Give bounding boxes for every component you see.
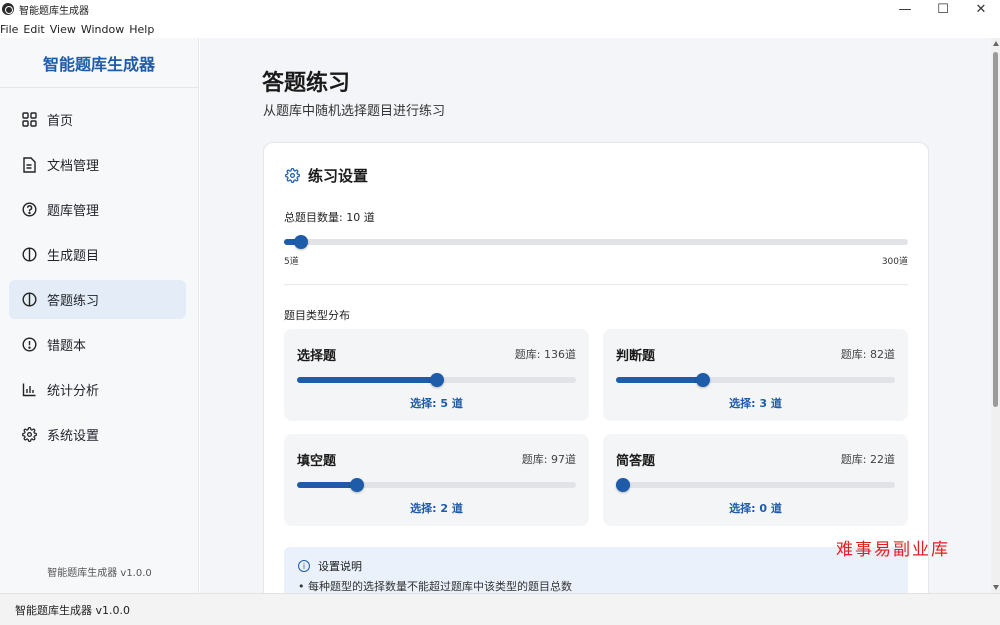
- info-title-text: 设置说明: [318, 560, 362, 573]
- type-slider-choice[interactable]: [297, 373, 576, 387]
- scroll-down-icon[interactable]: [992, 585, 999, 590]
- page-title: 答题练习: [262, 71, 351, 96]
- practice-settings-card: 练习设置 总题目数量: 10 道 5道 300道 题目类型分布 选择题 题库: …: [263, 142, 929, 593]
- type-slider-shortanswer[interactable]: [616, 478, 895, 492]
- type-slider-fillblank[interactable]: [297, 478, 576, 492]
- sidebar-item-label: 错题本: [47, 339, 87, 354]
- sidebar-item-label: 首页: [47, 114, 74, 129]
- main-content: 答题练习 从题库中随机选择题目进行练习 练习设置 总题目数量: 10 道 5道 …: [200, 38, 991, 593]
- total-count-label: 总题目数量: 10 道: [284, 211, 375, 224]
- type-name: 填空题: [297, 454, 337, 469]
- gear-icon: [284, 168, 300, 184]
- sidebar-item-generate[interactable]: 生成题目: [9, 235, 186, 274]
- sidebar-item-documents[interactable]: 文档管理: [9, 145, 186, 184]
- scroll-up-icon[interactable]: [992, 41, 999, 46]
- type-card-fillblank: 填空题 题库: 97道 选择: 2 道: [284, 434, 589, 526]
- sidebar-item-label: 文档管理: [47, 159, 100, 174]
- page-subtitle: 从题库中随机选择题目进行练习: [263, 104, 446, 119]
- sidebar-item-statistics[interactable]: 统计分析: [9, 370, 186, 409]
- type-slider-truefalse[interactable]: [616, 373, 895, 387]
- type-name: 简答题: [616, 454, 656, 469]
- slider-thumb[interactable]: [429, 373, 444, 387]
- status-bar: 智能题库生成器 v1.0.0: [0, 593, 1000, 625]
- sidebar-nav: 首页 文档管理 题库管理 生成题目 答题练习 错题本 统计分析 系统设置: [0, 88, 198, 454]
- sidebar-item-bank[interactable]: 题库管理: [9, 190, 186, 229]
- type-card-shortanswer: 简答题 题库: 22道 选择: 0 道: [603, 434, 908, 526]
- sidebar-brand: 智能题库生成器: [0, 38, 198, 88]
- menu-bar: File Edit View Window Help: [0, 19, 159, 39]
- menu-file[interactable]: File: [0, 23, 23, 36]
- sidebar-version: 智能题库生成器 v1.0.0: [47, 568, 152, 579]
- app-icon: [2, 3, 14, 15]
- slider-fill: [297, 377, 437, 383]
- sidebar-item-practice[interactable]: 答题练习: [9, 280, 186, 319]
- sidebar-item-mistakes[interactable]: 错题本: [9, 325, 186, 364]
- divider: [284, 284, 908, 285]
- type-bank-count: 题库: 82道: [840, 348, 895, 361]
- range-min-label: 5道: [284, 257, 299, 267]
- sidebar: 智能题库生成器 首页 文档管理 题库管理 生成题目 答题练习 错题本 统计分析 …: [0, 38, 199, 593]
- type-name: 选择题: [297, 349, 337, 364]
- slider-thumb[interactable]: [350, 478, 364, 492]
- type-selected-count: 选择: 0 道: [729, 502, 782, 515]
- minimize-button[interactable]: —: [886, 0, 924, 18]
- menu-help[interactable]: Help: [129, 23, 159, 36]
- sidebar-item-label: 答题练习: [47, 294, 100, 309]
- menu-edit[interactable]: Edit: [23, 23, 49, 36]
- sidebar-item-label: 题库管理: [47, 204, 100, 219]
- distribution-label: 题目类型分布: [284, 309, 350, 322]
- watermark: 难事易副业库: [836, 540, 950, 560]
- settings-info-box: i 设置说明 • 每种题型的选择数量不能超过题库中该类型的题目总数: [284, 547, 908, 593]
- info-title: i 设置说明: [298, 558, 362, 574]
- window-controls: — ☐ ✕: [886, 0, 1000, 18]
- info-icon: i: [298, 560, 310, 572]
- alert-circle-icon: [21, 337, 37, 353]
- type-card-choice: 选择题 题库: 136道 选择: 5 道: [284, 329, 589, 421]
- type-name: 判断题: [616, 349, 656, 364]
- question-circle-icon: [21, 202, 37, 218]
- sidebar-item-label: 统计分析: [47, 384, 100, 399]
- card-title: 练习设置: [308, 167, 369, 185]
- type-card-truefalse: 判断题 题库: 82道 选择: 3 道: [603, 329, 908, 421]
- type-selected-count: 选择: 5 道: [410, 397, 463, 410]
- sidebar-item-label: 生成题目: [47, 249, 100, 264]
- menu-view[interactable]: View: [50, 23, 81, 36]
- gear-icon: [21, 427, 37, 443]
- sidebar-item-home[interactable]: 首页: [9, 100, 186, 139]
- maximize-button[interactable]: ☐: [924, 0, 962, 18]
- slider-thumb[interactable]: [616, 478, 630, 492]
- type-bank-count: 题库: 97道: [521, 453, 576, 466]
- bar-chart-icon: [21, 382, 37, 398]
- slider-thumb[interactable]: [695, 373, 710, 387]
- close-button[interactable]: ✕: [962, 0, 1000, 18]
- bulb-icon: [21, 247, 37, 263]
- vertical-scrollbar[interactable]: [991, 38, 1000, 593]
- slider-fill: [616, 377, 703, 383]
- total-count-slider[interactable]: [284, 235, 908, 249]
- sidebar-item-label: 系统设置: [47, 429, 100, 444]
- document-icon: [21, 156, 37, 173]
- sidebar-item-settings[interactable]: 系统设置: [9, 415, 186, 454]
- card-header: 练习设置: [284, 165, 368, 186]
- type-bank-count: 题库: 22道: [840, 453, 895, 466]
- scroll-thumb[interactable]: [993, 52, 998, 407]
- info-line: • 每种题型的选择数量不能超过题库中该类型的题目总数: [298, 580, 572, 593]
- menu-window[interactable]: Window: [81, 23, 129, 36]
- bulb-icon: [21, 292, 37, 308]
- range-max-label: 300道: [881, 257, 908, 267]
- type-bank-count: 题库: 136道: [514, 348, 576, 361]
- title-bar: 智能题库生成器 — ☐ ✕: [0, 0, 1000, 18]
- grid-icon: [21, 112, 37, 128]
- type-selected-count: 选择: 2 道: [410, 502, 463, 515]
- slider-thumb[interactable]: [294, 235, 309, 249]
- type-selected-count: 选择: 3 道: [729, 397, 782, 410]
- window-title: 智能题库生成器: [19, 5, 89, 17]
- slider-fill: [297, 482, 357, 488]
